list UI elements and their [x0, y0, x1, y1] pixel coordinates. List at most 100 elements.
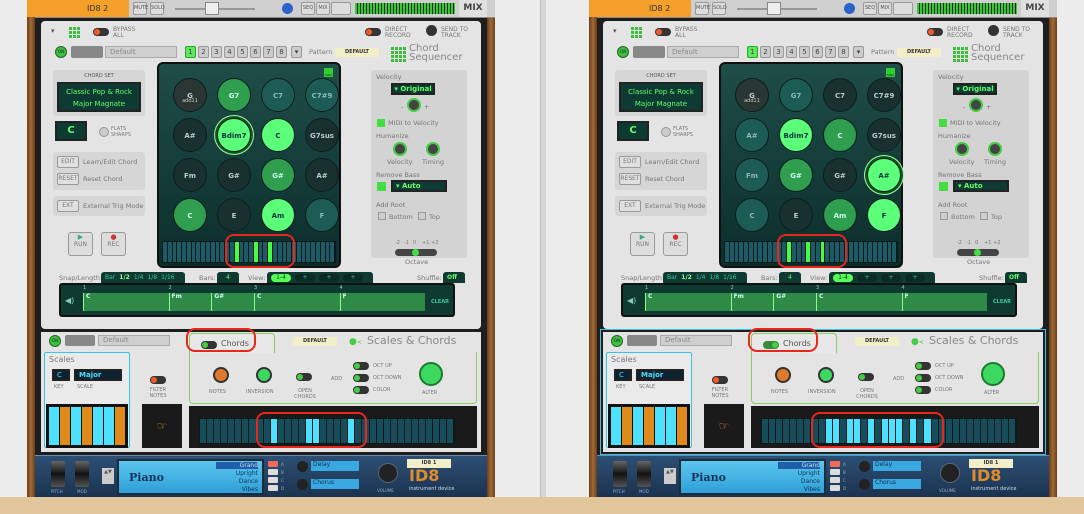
color-toggle[interactable] — [915, 386, 931, 394]
direct-record-toggle[interactable] — [927, 28, 943, 36]
view-option[interactable]: + — [295, 274, 315, 282]
patch-variant[interactable]: Upright — [216, 470, 258, 477]
snap-option[interactable]: 1/16 — [723, 274, 736, 281]
pattern-button[interactable]: 2 — [198, 46, 209, 58]
chord-clip[interactable]: Fm — [730, 293, 774, 311]
inversion-knob[interactable] — [256, 367, 272, 383]
bars-value[interactable]: 4 — [779, 272, 801, 283]
snap-option[interactable]: 1/2 — [119, 274, 130, 281]
bypass-toggle[interactable] — [93, 28, 109, 36]
bars-value[interactable]: 4 — [217, 272, 239, 283]
reset-button[interactable]: RESET — [57, 173, 79, 185]
preset-browser-buttons[interactable] — [71, 46, 103, 58]
chord-pad[interactable]: Bdim7 — [779, 118, 813, 152]
chord-pad[interactable]: A# — [735, 118, 769, 152]
mix-button[interactable]: MIX — [878, 2, 892, 15]
slot-button[interactable] — [830, 469, 840, 475]
filter-notes-toggle[interactable] — [150, 376, 166, 384]
shuffle-value[interactable]: Off — [443, 272, 465, 283]
chord-pad[interactable]: G7 — [779, 78, 813, 112]
device-on-button[interactable]: ON — [611, 335, 623, 347]
preset-browser-buttons[interactable] — [627, 335, 657, 346]
velocity-knob[interactable] — [969, 98, 983, 112]
preset-browser-buttons[interactable] — [65, 335, 95, 346]
chord-pad[interactable]: G# — [823, 158, 857, 192]
chord-clip[interactable]: G# — [211, 293, 254, 311]
clear-button[interactable]: CLEAR — [431, 299, 449, 305]
slot-button[interactable] — [268, 461, 278, 467]
track-name[interactable]: ID8 2 — [589, 0, 691, 17]
open-chords-toggle[interactable] — [296, 373, 312, 381]
preset-name[interactable]: Default — [660, 335, 732, 346]
snap-option[interactable]: 1/8 — [147, 274, 157, 281]
automation-button[interactable] — [331, 2, 351, 15]
pattern-button[interactable]: 3 — [211, 46, 222, 58]
ext-button[interactable]: EXT — [619, 200, 641, 212]
velocity-mode-dropdown[interactable]: ▾ Original — [391, 83, 435, 95]
chord-pad[interactable]: C — [735, 198, 769, 232]
chord-set-display[interactable]: Classic Pop & Rock Major Magnate — [619, 82, 703, 112]
pattern-button[interactable]: 6 — [812, 46, 823, 58]
pattern-button[interactable]: 1 — [185, 46, 196, 58]
velocity-mode-dropdown[interactable]: ▾ Original — [953, 83, 997, 95]
chord-pad[interactable]: Gadd11 — [735, 78, 769, 112]
pitch-wheel[interactable] — [51, 461, 65, 487]
run-button[interactable]: ▶ RUN — [630, 232, 655, 256]
scale-type-display[interactable]: Major — [636, 369, 684, 381]
pattern-dropdown-icon[interactable]: ▾ — [853, 46, 864, 58]
collapse-arrow-icon[interactable]: ▾ — [51, 27, 55, 35]
preset-name[interactable]: Default — [667, 46, 739, 58]
humanize-timing-knob[interactable] — [426, 142, 440, 156]
pan-knob[interactable] — [844, 3, 855, 14]
key-selector[interactable]: C — [55, 121, 87, 141]
midi-to-velocity-checkbox[interactable] — [377, 119, 385, 127]
chord-clip[interactable]: G# — [773, 293, 816, 311]
rec-button[interactable]: ● REC — [101, 232, 126, 256]
oct-down-toggle[interactable] — [353, 374, 369, 382]
chord-pad[interactable]: C — [173, 198, 207, 232]
octave-slider[interactable] — [957, 249, 999, 256]
fx1-knob[interactable] — [859, 461, 870, 472]
key-selector[interactable]: C — [617, 121, 649, 141]
remove-bass-dropdown[interactable]: ▾ Auto — [953, 180, 1009, 192]
oct-up-toggle[interactable] — [353, 362, 369, 370]
remove-bass-dropdown[interactable]: ▾ Auto — [391, 180, 447, 192]
snap-option[interactable]: 1/16 — [161, 274, 174, 281]
slot-button[interactable] — [830, 461, 840, 467]
scale-key-display[interactable]: C — [614, 369, 632, 381]
pitch-wheel[interactable] — [613, 461, 627, 487]
pattern-button[interactable]: 2 — [760, 46, 771, 58]
chord-pad[interactable]: Bdim7 — [217, 118, 251, 152]
pattern-dropdown-icon[interactable]: ▾ — [291, 46, 302, 58]
patch-up-down-buttons[interactable]: ▲▼ — [102, 468, 114, 484]
chord-pad[interactable]: Am — [261, 198, 295, 232]
reset-button[interactable]: RESET — [619, 173, 641, 185]
chord-set-display[interactable]: Classic Pop & Rock Major Magnate — [57, 82, 141, 112]
view-option[interactable]: + — [881, 274, 901, 282]
chord-pad[interactable]: Fm — [735, 158, 769, 192]
flats-sharps-button[interactable] — [99, 127, 109, 137]
patch-variant[interactable]: Vibes — [778, 486, 820, 493]
chord-clip[interactable]: C — [254, 293, 340, 311]
pattern-button[interactable]: 6 — [250, 46, 261, 58]
volume-fader[interactable] — [205, 2, 219, 15]
solo-button[interactable]: SOLO — [150, 2, 165, 15]
pan-knob[interactable] — [282, 3, 293, 14]
remove-bass-checkbox[interactable] — [377, 182, 386, 191]
alter-button[interactable] — [981, 362, 1005, 386]
bypass-toggle[interactable] — [655, 28, 671, 36]
chord-pad[interactable]: C7#9 — [305, 78, 339, 112]
patch-variant[interactable]: Grand — [778, 462, 820, 469]
chord-pad[interactable]: G7sus — [305, 118, 339, 152]
edit-button[interactable]: EDIT — [619, 156, 641, 168]
patch-variant[interactable]: Upright — [778, 470, 820, 477]
view-option[interactable]: + — [343, 274, 363, 282]
shuffle-value[interactable]: Off — [1005, 272, 1027, 283]
chord-pad[interactable]: E — [779, 198, 813, 232]
alter-button[interactable] — [419, 362, 443, 386]
remove-bass-checkbox[interactable] — [939, 182, 948, 191]
seq-button[interactable]: SEQ — [301, 2, 315, 15]
pattern-button[interactable]: 7 — [263, 46, 274, 58]
add-root-top-checkbox[interactable] — [980, 212, 988, 220]
scale-type-display[interactable]: Major — [74, 369, 122, 381]
